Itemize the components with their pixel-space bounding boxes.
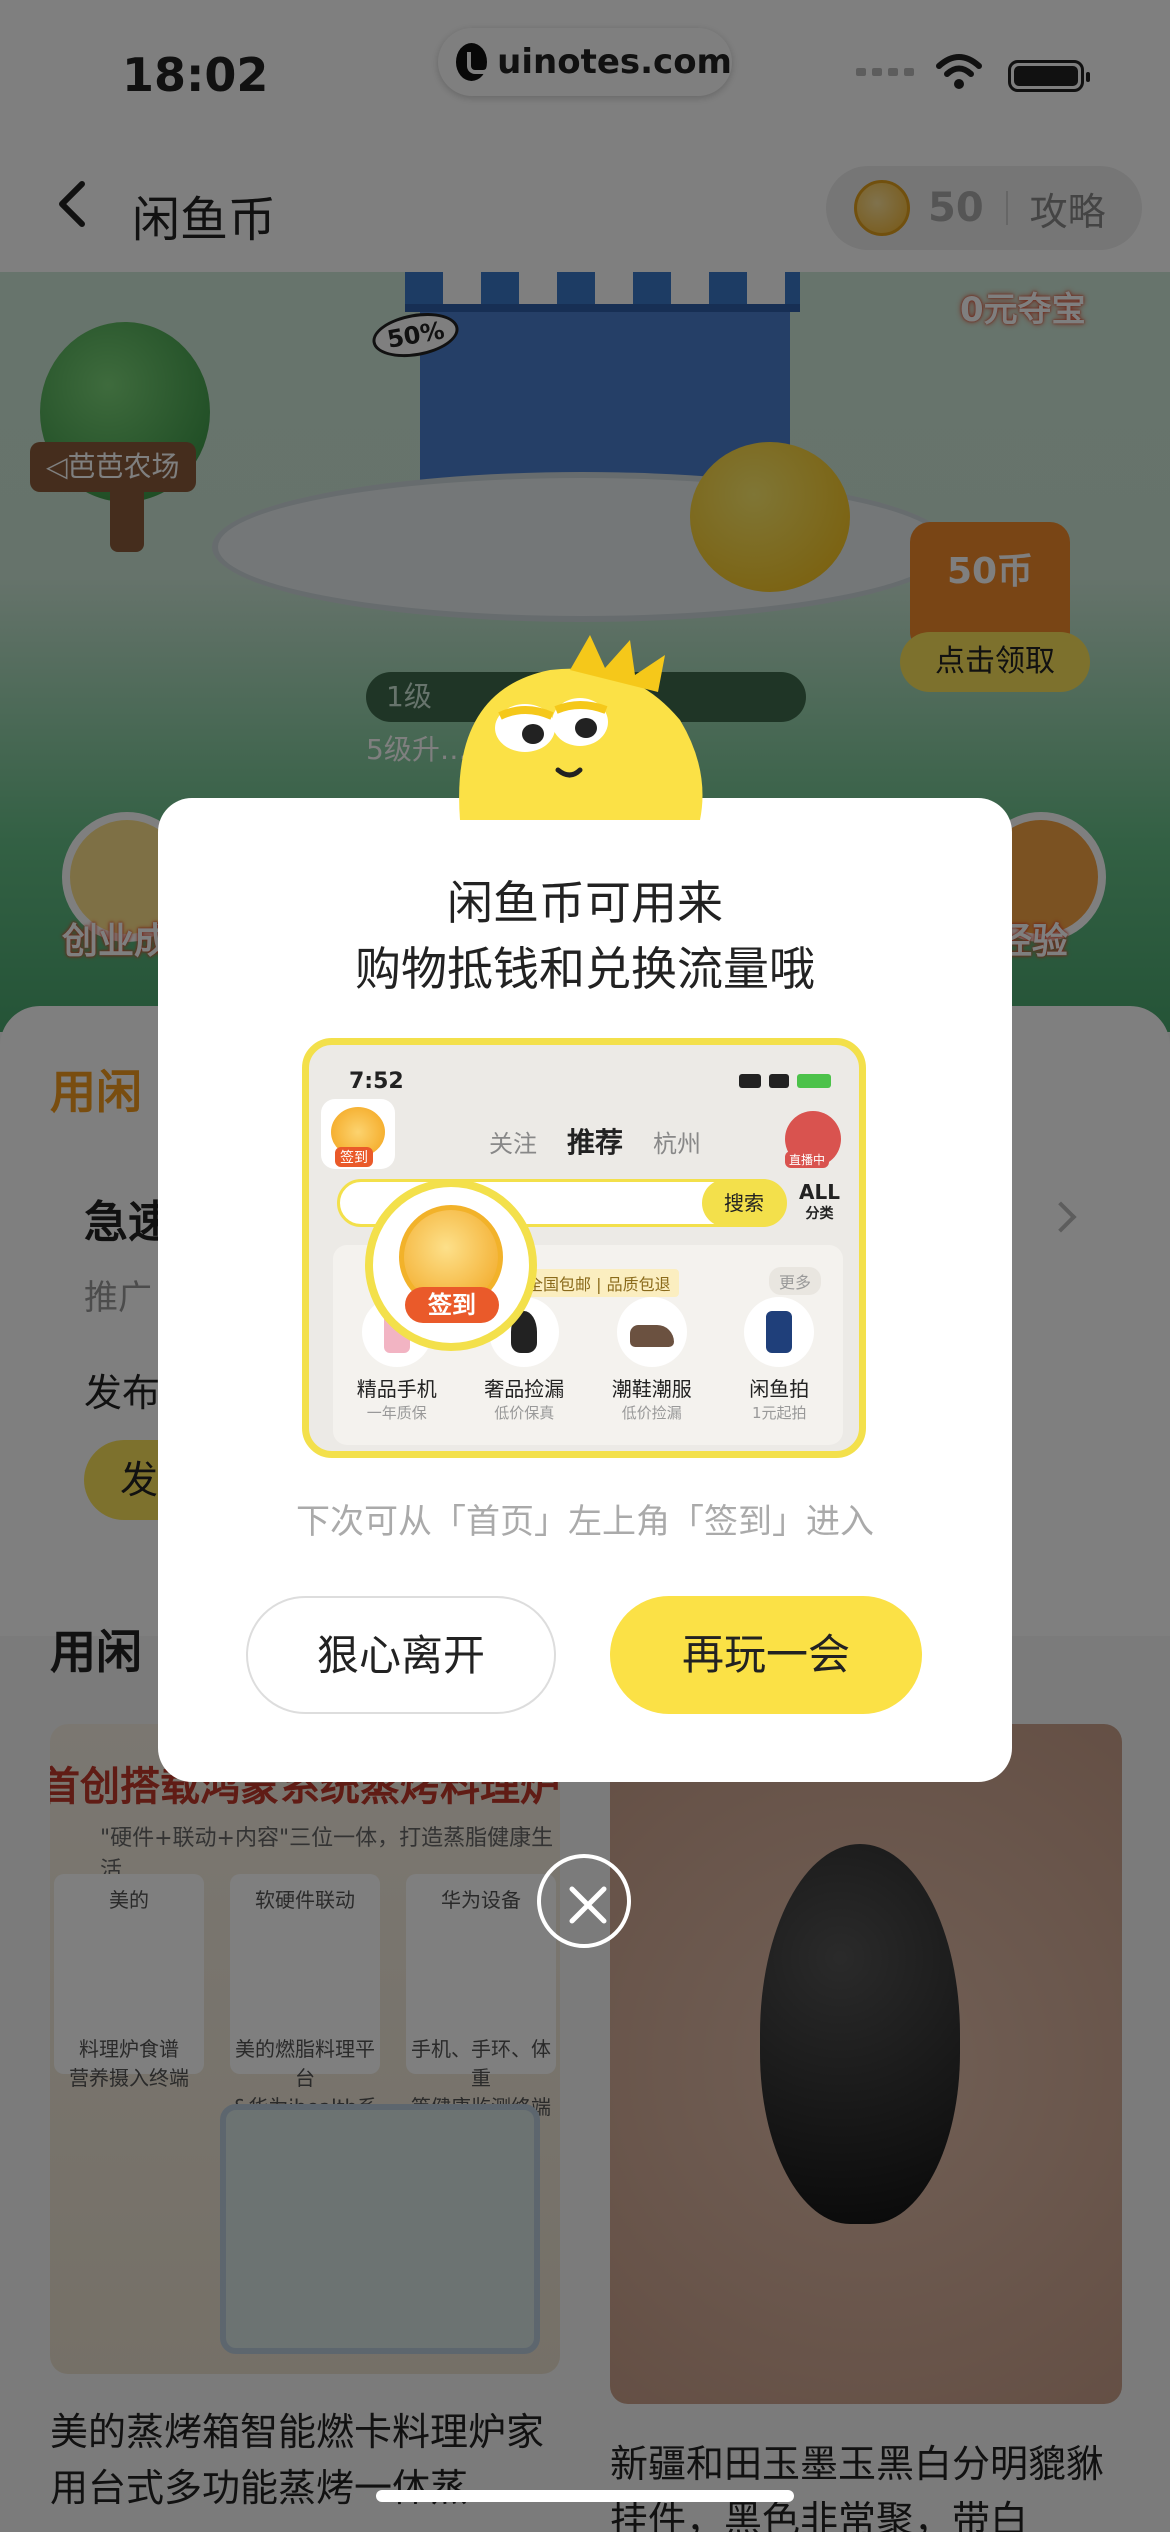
close-icon [569,1886,607,1924]
preview-live-label: 直播中 [785,1151,830,1168]
sneaker-icon [616,1297,687,1367]
preview-category-sub: 低价保真 [494,1404,555,1422]
preview-category-name: 精品手机 [356,1377,437,1401]
phone-icon [744,1297,815,1367]
preview-category-sub: 一年质保 [366,1404,427,1422]
preview-category-name: 闲鱼拍 [749,1377,810,1401]
preview-tab-active: 推荐 [567,1126,624,1159]
signin-preview-image: 7:52 签到 关注 推荐 杭州 直播中 搜索 ALL 分类 全国包邮 | 品质… [302,1038,866,1458]
dialog-title-line1: 闲鱼币可用来 [447,876,723,930]
preview-search-button: 搜索 [702,1179,786,1227]
leave-button[interactable]: 狠心离开 [246,1596,556,1714]
preview-category-sub: 1元起拍 [751,1404,807,1422]
home-indicator[interactable] [376,2490,794,2502]
preview-status-icons [739,1073,839,1089]
dialog-tip: 下次可从「首页」左上角「签到」进入 [296,1502,874,1542]
preview-all-sub: 分类 [805,1206,834,1222]
stay-button[interactable]: 再玩一会 [610,1596,922,1714]
preview-live-avatar: 直播中 [785,1111,841,1168]
preview-time: 7:52 [349,1069,404,1094]
preview-category-sub: 低价捡漏 [621,1404,682,1422]
preview-all-label: ALL [799,1180,840,1204]
close-button[interactable] [537,1854,631,1948]
preview-signin-icon: 签到 [321,1099,395,1169]
preview-category: 潮鞋潮服 低价捡漏 [592,1297,712,1423]
preview-all-categories: ALL 分类 [799,1181,840,1225]
preview-tag: 全国包邮 | 品质包退 [519,1269,679,1297]
preview-tabs: 关注 推荐 杭州 [489,1121,701,1161]
dialog-title: 闲鱼币可用来 购物抵钱和兑换流量哦 [158,870,1012,1002]
signin-highlight-badge: 签到 [365,1179,537,1351]
preview-more: 更多 [769,1267,822,1295]
preview-category-name: 潮鞋潮服 [611,1377,692,1401]
signin-badge-label: 签到 [405,1287,499,1323]
dialog-title-line2: 购物抵钱和兑换流量哦 [355,942,815,996]
mascot-fish-icon [459,635,703,820]
preview-tab: 关注 [489,1130,537,1158]
preview-category: 闲鱼拍 1元起拍 [719,1297,839,1423]
preview-signin-label: 签到 [335,1147,373,1167]
coin-info-dialog: 闲鱼币可用来 购物抵钱和兑换流量哦 7:52 签到 关注 推荐 杭州 直播中 搜… [158,798,1012,1782]
preview-tab: 杭州 [653,1130,702,1158]
preview-category-name: 奢品捡漏 [484,1377,565,1401]
